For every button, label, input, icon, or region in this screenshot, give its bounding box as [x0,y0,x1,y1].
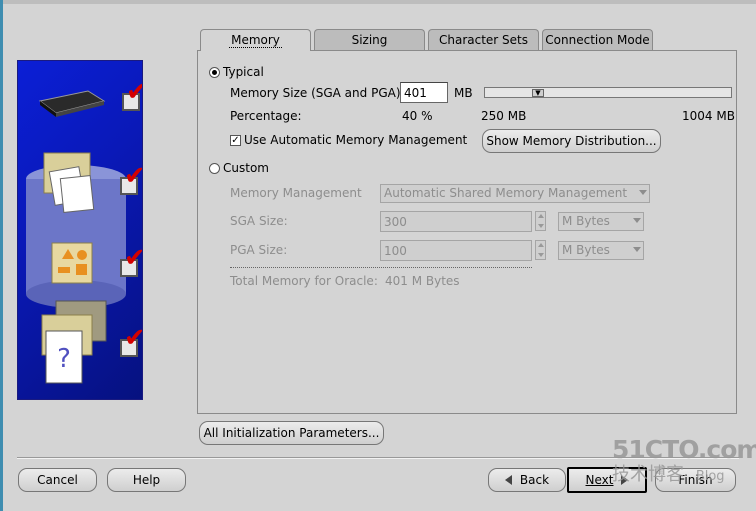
chevron-down-icon [639,190,647,195]
back-label: Back [519,473,550,487]
cancel-button[interactable]: Cancel [18,468,97,492]
memory-chip-icon [38,90,106,117]
next-label: Next [585,473,614,487]
pga-size-spinner[interactable] [535,240,546,260]
slider-thumb[interactable]: ▼ [532,89,544,97]
window-top-strip [0,0,756,4]
all-initialization-parameters-button[interactable]: All Initialization Parameters... [199,421,384,445]
checkmark-icon: ✔ [124,163,142,189]
pga-size-input[interactable] [380,240,532,261]
chevron-down-icon [633,247,641,252]
chevron-down-icon [633,218,641,223]
sga-size-label: SGA Size: [230,214,288,228]
amm-label: Use Automatic Memory Management [244,133,468,147]
sga-size-spinner[interactable] [535,211,546,231]
slider-min-label: 250 MB [481,109,527,123]
percentage-label: Percentage: [230,109,302,123]
memory-size-input[interactable] [400,82,448,103]
back-arrow-icon [504,475,512,485]
memory-management-label: Memory Management [230,186,362,200]
sga-unit-selected: M Bytes [562,214,610,228]
watermark: 51CTO.com 技术博客 Blog [612,435,756,488]
shapes-icon [51,242,93,284]
checkmark-icon: ✔ [126,79,142,105]
checkmark-icon: ✔ [124,325,142,351]
custom-label: Custom [223,161,269,175]
memory-size-label: Memory Size (SGA and PGA): [230,86,405,100]
pga-size-label: PGA Size: [230,243,288,257]
help-button[interactable]: Help [107,468,186,492]
tab-connection-mode[interactable]: Connection Mode [542,29,653,50]
tab-sizing[interactable]: Sizing [314,29,425,50]
tab-character-sets[interactable]: Character Sets [428,29,539,50]
svg-text:?: ? [57,344,71,374]
back-button[interactable]: Back [488,468,566,492]
question-document-icon: ? [41,300,107,384]
memory-size-unit: MB [454,86,473,100]
memory-management-select[interactable]: Automatic Shared Memory Management [380,184,650,203]
pga-unit-selected: M Bytes [562,243,610,257]
show-memory-distribution-button[interactable]: Show Memory Distribution... [482,129,661,153]
percentage-value: 40 % [402,109,433,123]
sga-unit-select[interactable]: M Bytes [558,212,644,231]
watermark-line2: 技术博客 Blog [612,464,742,488]
slider-max-label: 1004 MB [682,109,735,123]
typical-radio[interactable] [209,67,220,78]
typical-label: Typical [223,65,264,79]
total-divider [230,267,532,268]
watermark-tagline: 技术博客 [612,464,684,485]
tab-memory[interactable]: Memory [200,29,311,51]
custom-radio[interactable] [209,163,220,174]
sga-size-input[interactable] [380,211,532,232]
watermark-blog: Blog [695,469,725,484]
memory-management-selected: Automatic Shared Memory Management [384,186,628,200]
total-memory-value: 401 M Bytes [385,274,460,288]
checkmark-icon: ✔ [124,245,142,271]
watermark-site: 51CTO.com [612,435,756,464]
memory-tab-panel [197,50,737,414]
window-left-edge [0,0,3,511]
memory-slider[interactable]: ▼ [484,87,732,98]
amm-checkbox[interactable]: ✓ [230,135,241,146]
total-memory-label: Total Memory for Oracle: [230,274,378,288]
pga-unit-select[interactable]: M Bytes [558,241,644,260]
wizard-image-panel: ? ✔ ✔ ✔ ✔ [17,60,143,400]
